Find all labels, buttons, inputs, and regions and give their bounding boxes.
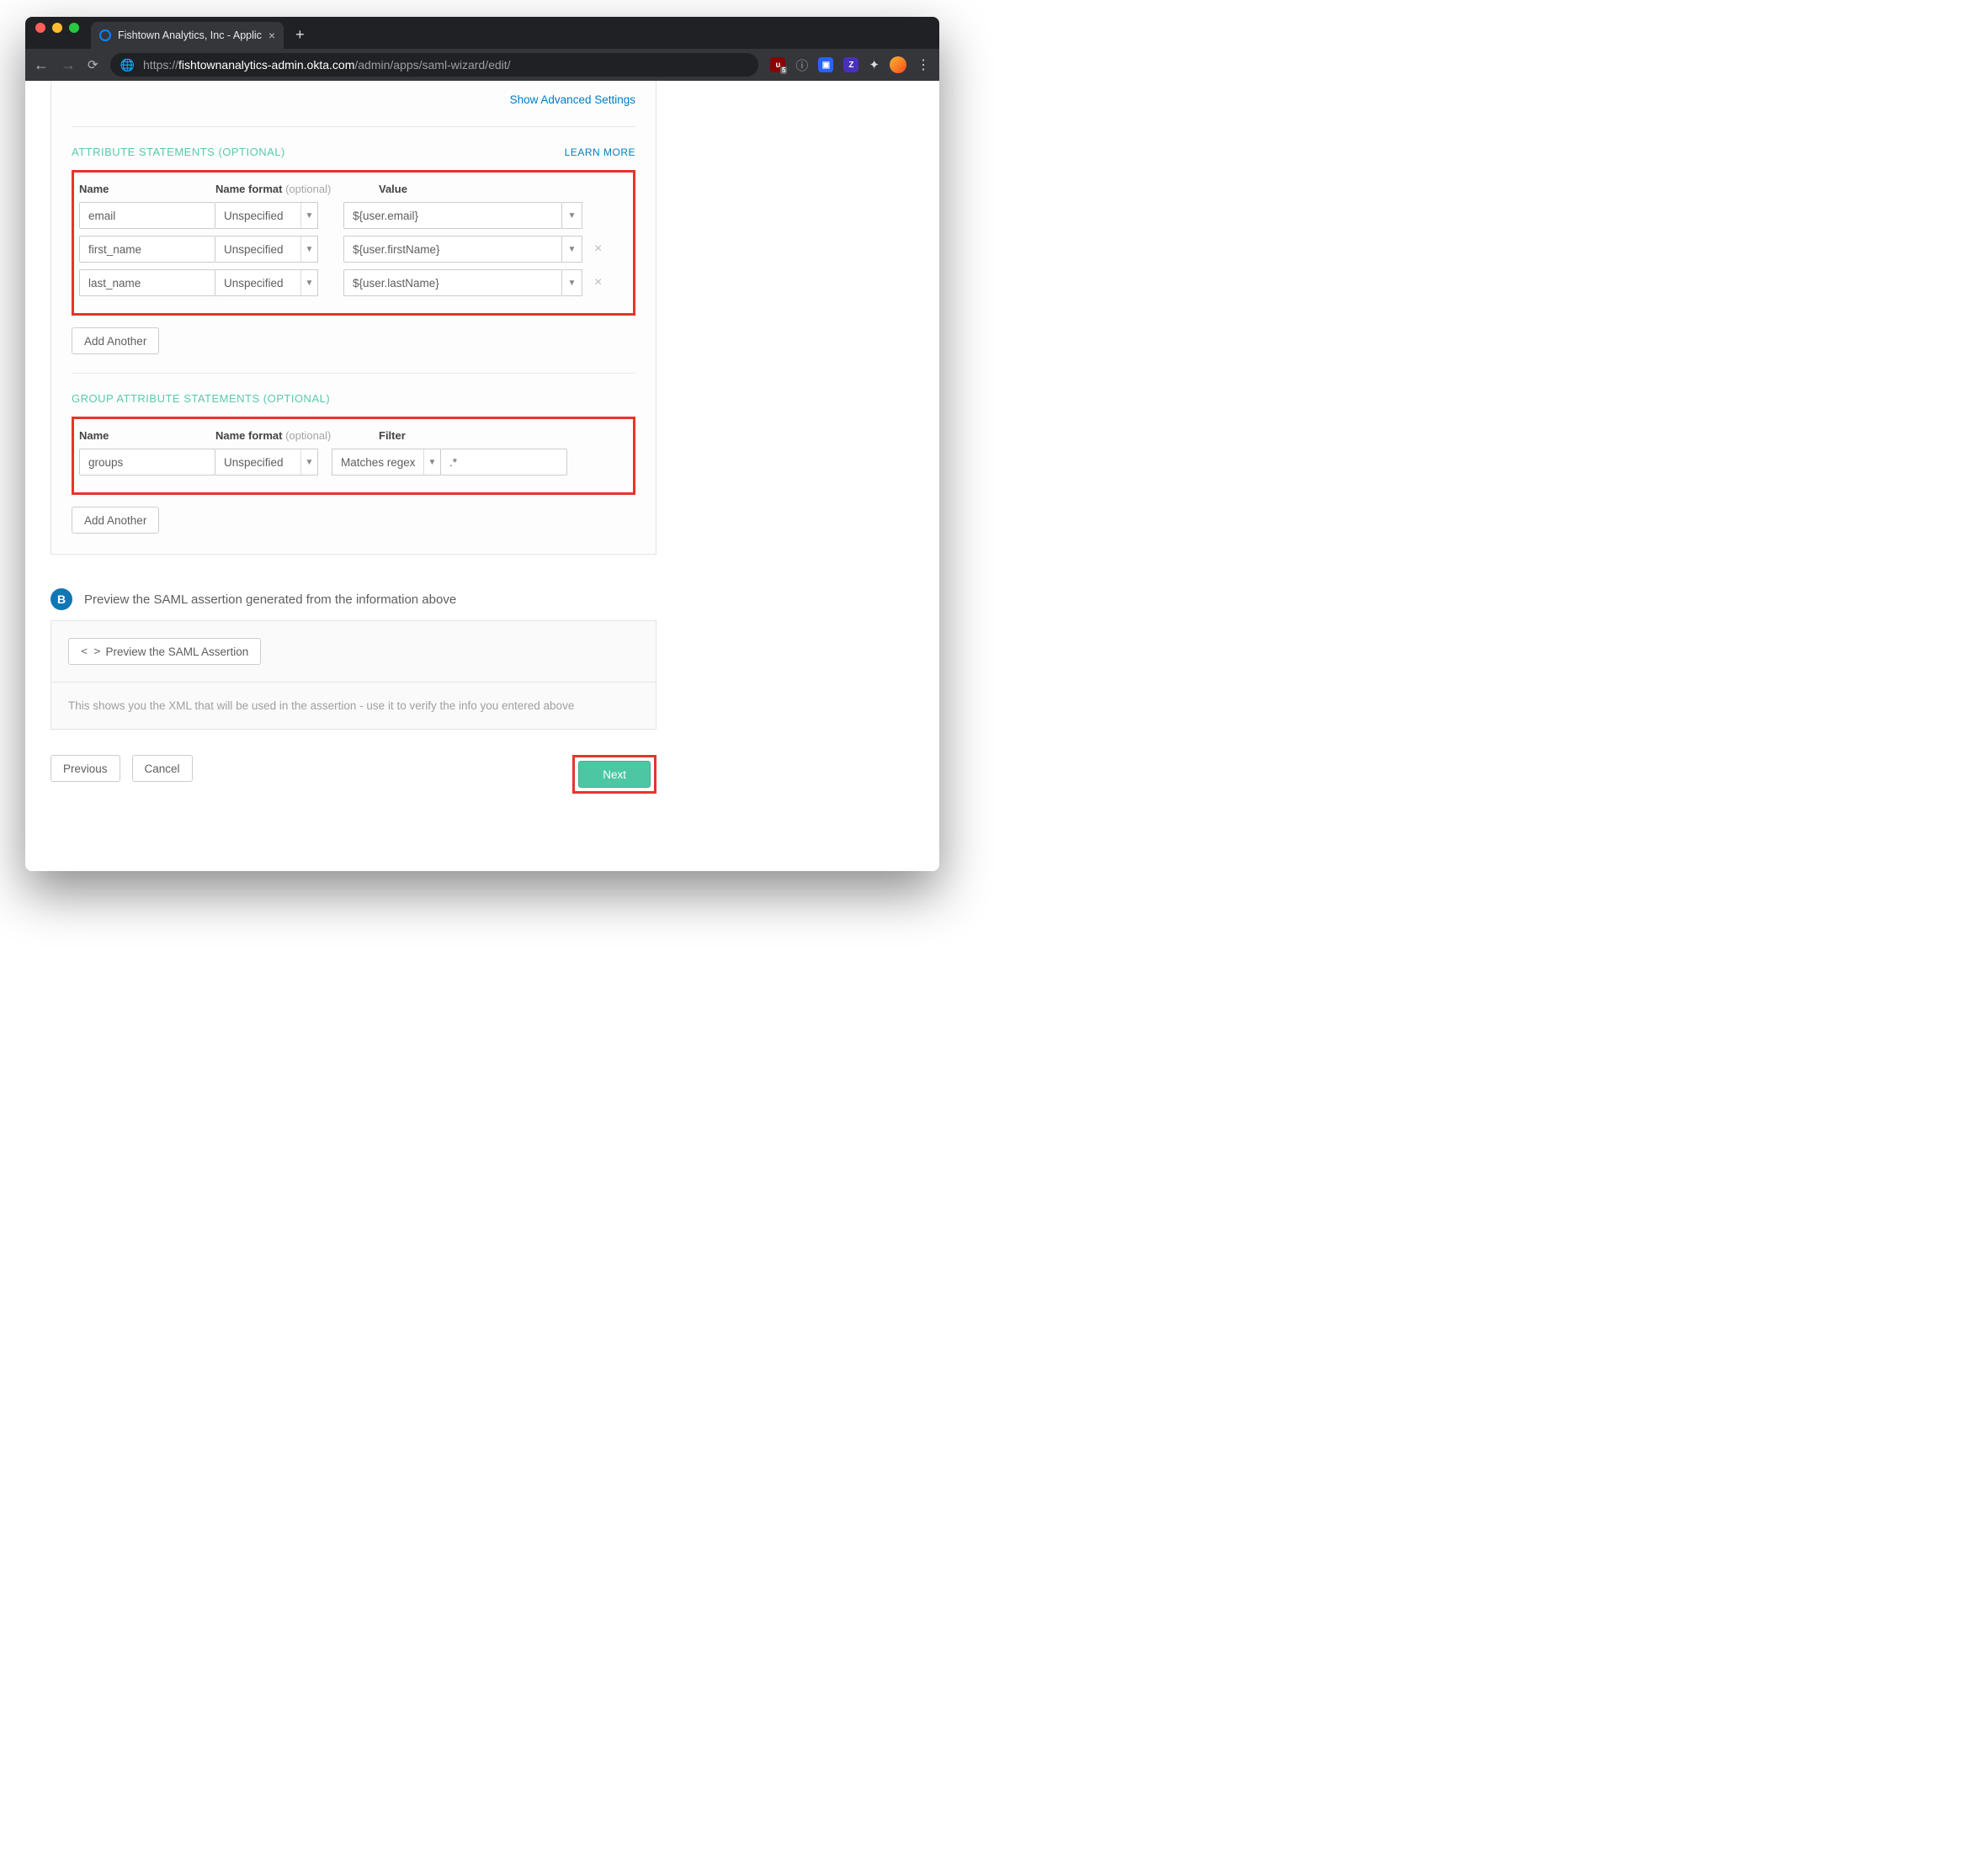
show-advanced-settings-link[interactable]: Show Advanced Settings [510,93,635,106]
browser-menu-button[interactable]: ⋮ [917,56,931,73]
chevron-down-icon: ▼ [300,449,317,475]
attr-name-input[interactable]: last_name [79,269,215,296]
browser-toolbar: ← → ⟳ 🌐 https://fishtownanalytics-admin.… [25,49,939,81]
attr-format-select[interactable]: Unspecified▼ [215,202,318,229]
info-extension-icon[interactable]: ⓘ [795,56,808,74]
remove-row-icon[interactable]: × [594,242,602,257]
attr-format-select[interactable]: Unspecified▼ [215,269,318,296]
chevron-down-icon: ▼ [300,203,317,228]
previous-button[interactable]: Previous [50,755,120,782]
saml-settings-panel: Show Advanced Settings ATTRIBUTE STATEME… [50,81,656,555]
group-format-select[interactable]: Unspecified▼ [215,449,318,476]
forward-button[interactable]: → [61,56,76,74]
back-button[interactable]: ← [34,56,49,74]
browser-window: Fishtown Analytics, Inc - Applic × + ← →… [25,17,939,871]
group-column-headers: Name Name format (optional) Filter [79,426,628,449]
attr-format-select[interactable]: Unspecified▼ [215,236,318,263]
extensions-button[interactable]: ✦ [869,57,880,72]
close-tab-icon[interactable]: × [268,29,275,42]
globe-icon: 🌐 [120,58,135,72]
cancel-button[interactable]: Cancel [132,755,193,782]
chevron-down-icon: ▼ [568,211,577,221]
tab-title: Fishtown Analytics, Inc - Applic [118,29,262,41]
chevron-down-icon: ▼ [423,449,440,475]
address-bar[interactable]: 🌐 https://fishtownanalytics-admin.okta.c… [110,53,759,77]
page-content: Show Advanced Settings ATTRIBUTE STATEME… [25,81,939,871]
attr-name-input[interactable]: email [79,202,215,229]
attr-value-input[interactable]: ${user.lastName} [343,269,562,296]
preview-hint-text: This shows you the XML that will be used… [51,682,656,729]
maximize-window-button[interactable] [69,23,79,33]
group-attribute-statements-header: GROUP ATTRIBUTE STATEMENTS (OPTIONAL) [72,392,635,405]
chevron-down-icon: ▼ [568,279,577,288]
code-icon: < > [81,646,100,658]
attr-column-headers: Name Name format (optional) Value [79,179,628,202]
preview-saml-assertion-button[interactable]: < > Preview the SAML Assertion [68,638,261,665]
chevron-down-icon: ▼ [300,270,317,295]
minimize-window-button[interactable] [52,23,62,33]
learn-more-link[interactable]: LEARN MORE [565,146,635,158]
attr-name-input[interactable]: first_name [79,236,215,263]
group-attribute-statements-highlight: Name Name format (optional) Filter group… [72,417,635,495]
group-filter-value-input[interactable]: .* [441,449,567,476]
section-badge: B [50,588,72,610]
preview-panel: < > Preview the SAML Assertion This show… [50,620,656,730]
group-filter-type-select[interactable]: Matches regex▼ [332,449,441,476]
attr-row: last_name Unspecified▼ ${user.lastName} … [79,269,628,296]
preview-section-title: Preview the SAML assertion generated fro… [84,592,456,607]
okta-favicon-icon [99,29,111,41]
close-window-button[interactable] [35,23,45,33]
group-row: groups Unspecified▼ Matches regex▼ .* [79,449,628,476]
z-extension-icon[interactable]: Z [843,57,858,72]
url-text: https://fishtownanalytics-admin.okta.com… [143,58,511,72]
zoom-extension-icon[interactable]: ▣ [818,57,833,72]
attr-value-dropdown[interactable]: ▼ [562,236,582,263]
reload-button[interactable]: ⟳ [88,57,98,72]
attribute-statements-header: ATTRIBUTE STATEMENTS (OPTIONAL) LEARN MO… [72,146,635,158]
add-another-attribute-button[interactable]: Add Another [72,327,159,354]
browser-tab[interactable]: Fishtown Analytics, Inc - Applic × [91,22,284,49]
profile-avatar[interactable] [890,56,906,73]
chevron-down-icon: ▼ [568,245,577,254]
remove-row-icon[interactable]: × [594,275,602,290]
attr-value-dropdown[interactable]: ▼ [562,202,582,229]
chevron-down-icon: ▼ [300,236,317,262]
preview-section-header: B Preview the SAML assertion generated f… [50,588,656,610]
attr-value-input[interactable]: ${user.email} [343,202,562,229]
ublock-extension-icon[interactable]: υ [770,57,785,72]
group-name-input[interactable]: groups [79,449,215,476]
titlebar: Fishtown Analytics, Inc - Applic × + [25,17,939,49]
footer-buttons: Previous Cancel Next [50,755,656,794]
window-controls [35,17,79,49]
attr-row: email Unspecified▼ ${user.email} ▼ [79,202,628,229]
attr-value-dropdown[interactable]: ▼ [562,269,582,296]
toolbar-extensions: υ ⓘ ▣ Z ✦ ⋮ [770,56,931,74]
new-tab-button[interactable]: + [284,26,316,49]
add-another-group-button[interactable]: Add Another [72,507,159,534]
attr-value-input[interactable]: ${user.firstName} [343,236,562,263]
next-button-highlight: Next [572,755,656,794]
next-button[interactable]: Next [578,761,651,788]
attr-row: first_name Unspecified▼ ${user.firstName… [79,236,628,263]
attribute-statements-highlight: Name Name format (optional) Value email … [72,170,635,316]
